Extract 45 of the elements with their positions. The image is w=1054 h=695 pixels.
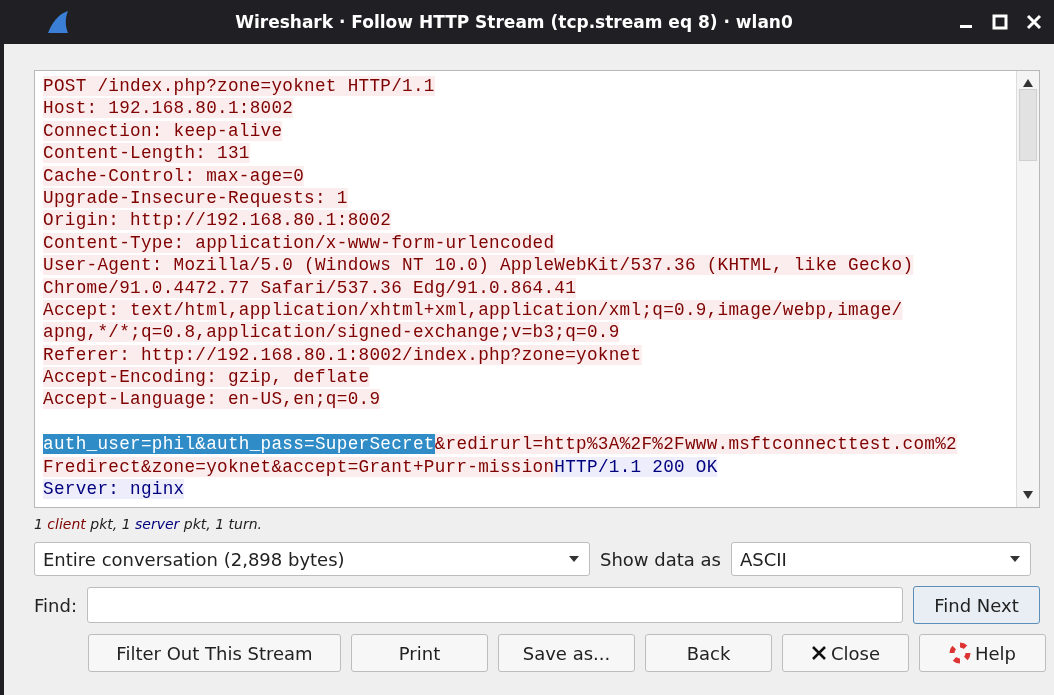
client-stream-text: Accept-Language: en-US,en;q=0.9 bbox=[43, 389, 381, 410]
find-label: Find: bbox=[34, 594, 77, 616]
client-stream-text: Host: 192.168.80.1:8002 bbox=[43, 98, 294, 119]
show-data-label: Show data as bbox=[600, 548, 721, 570]
close-button[interactable]: Close bbox=[782, 634, 909, 672]
caret-icon bbox=[569, 556, 579, 562]
maximize-icon[interactable] bbox=[992, 14, 1008, 30]
scrollbar[interactable] bbox=[1016, 71, 1039, 507]
x-icon bbox=[810, 645, 827, 661]
dialog-button[interactable]: Back bbox=[645, 634, 772, 672]
client-stream-text: User-Agent: Mozilla/5.0 (Windows NT 10.0) AppleWebKit/537.36 (KHTML, like Gecko) bbox=[43, 255, 914, 276]
dialog-button[interactable]: Filter Out This Stream bbox=[88, 634, 341, 672]
client-stream-text: Accept-Encoding: gzip, deflate bbox=[43, 367, 370, 388]
server-stream-text: Server: nginx bbox=[43, 479, 185, 500]
conversation-dropdown[interactable]: Entire conversation (2,898 bytes) bbox=[34, 542, 590, 576]
stream-text-area[interactable] bbox=[34, 70, 1040, 508]
dialog-button[interactable]: Save as... bbox=[498, 634, 635, 672]
packet-summary: 1 client pkt, 1 server pkt, 1 turn. bbox=[34, 516, 263, 532]
scroll-down-icon[interactable] bbox=[1023, 491, 1033, 499]
client-stream-text: Connection: keep-alive bbox=[43, 120, 283, 141]
client-stream-text: &redirurl=http%3A%2F%2Fwww.msftconnecttest.com%2 bbox=[434, 434, 957, 455]
find-next-button[interactable]: Find Next bbox=[913, 586, 1040, 624]
lifebuoy-icon bbox=[948, 642, 971, 664]
client-stream-text: apng,*/*;q=0.8,application/signed-exchange;v=b3;q=0.9 bbox=[43, 322, 620, 343]
client-stream-text: Content-Type: application/x-www-form-urlencoded bbox=[43, 232, 555, 253]
selected-stream-text: auth_user=phil&auth_pass=SuperSecret bbox=[43, 434, 435, 455]
format-dropdown[interactable]: ASCII bbox=[730, 542, 1031, 576]
client-stream-text: Fredirect&zone=yoknet&accept=Grant+Purr-mission bbox=[43, 456, 555, 477]
client-stream-text: Cache-Control: max-age=0 bbox=[43, 165, 305, 186]
server-stream-text: HTTP/1.1 200 OK bbox=[554, 456, 718, 477]
client-stream-text: Accept: text/html,application/xhtml+xml,application/xml;q=0.9,image/webp,image/ bbox=[43, 299, 903, 320]
help-button[interactable]: Help bbox=[919, 634, 1046, 672]
window-title: Wireshark · Follow HTTP Stream (tcp.stream eq 8) · wlan0 bbox=[234, 12, 794, 32]
client-stream-text: Referer: http://192.168.80.1:8002/index.php?zone=yoknet bbox=[43, 344, 642, 365]
dialog-button[interactable]: Print bbox=[351, 634, 488, 672]
client-stream-text: Origin: http://192.168.80.1:8002 bbox=[43, 210, 392, 231]
client-stream-text: Chrome/91.0.4472.77 Safari/537.36 Edg/91.0.864.41 bbox=[43, 277, 577, 298]
find-field[interactable] bbox=[86, 587, 903, 623]
client-stream-text: Content-Length: 131 bbox=[43, 143, 250, 164]
client-stream-text: POST /index.php?zone=yoknet HTTP/1.1 bbox=[43, 76, 435, 96]
scrollbar-thumb[interactable] bbox=[1019, 89, 1037, 161]
caret-icon bbox=[1009, 556, 1020, 562]
scroll-up-icon[interactable] bbox=[1023, 79, 1033, 87]
close-icon[interactable] bbox=[1026, 14, 1042, 30]
client-stream-text: Upgrade-Insecure-Requests: 1 bbox=[43, 187, 348, 208]
